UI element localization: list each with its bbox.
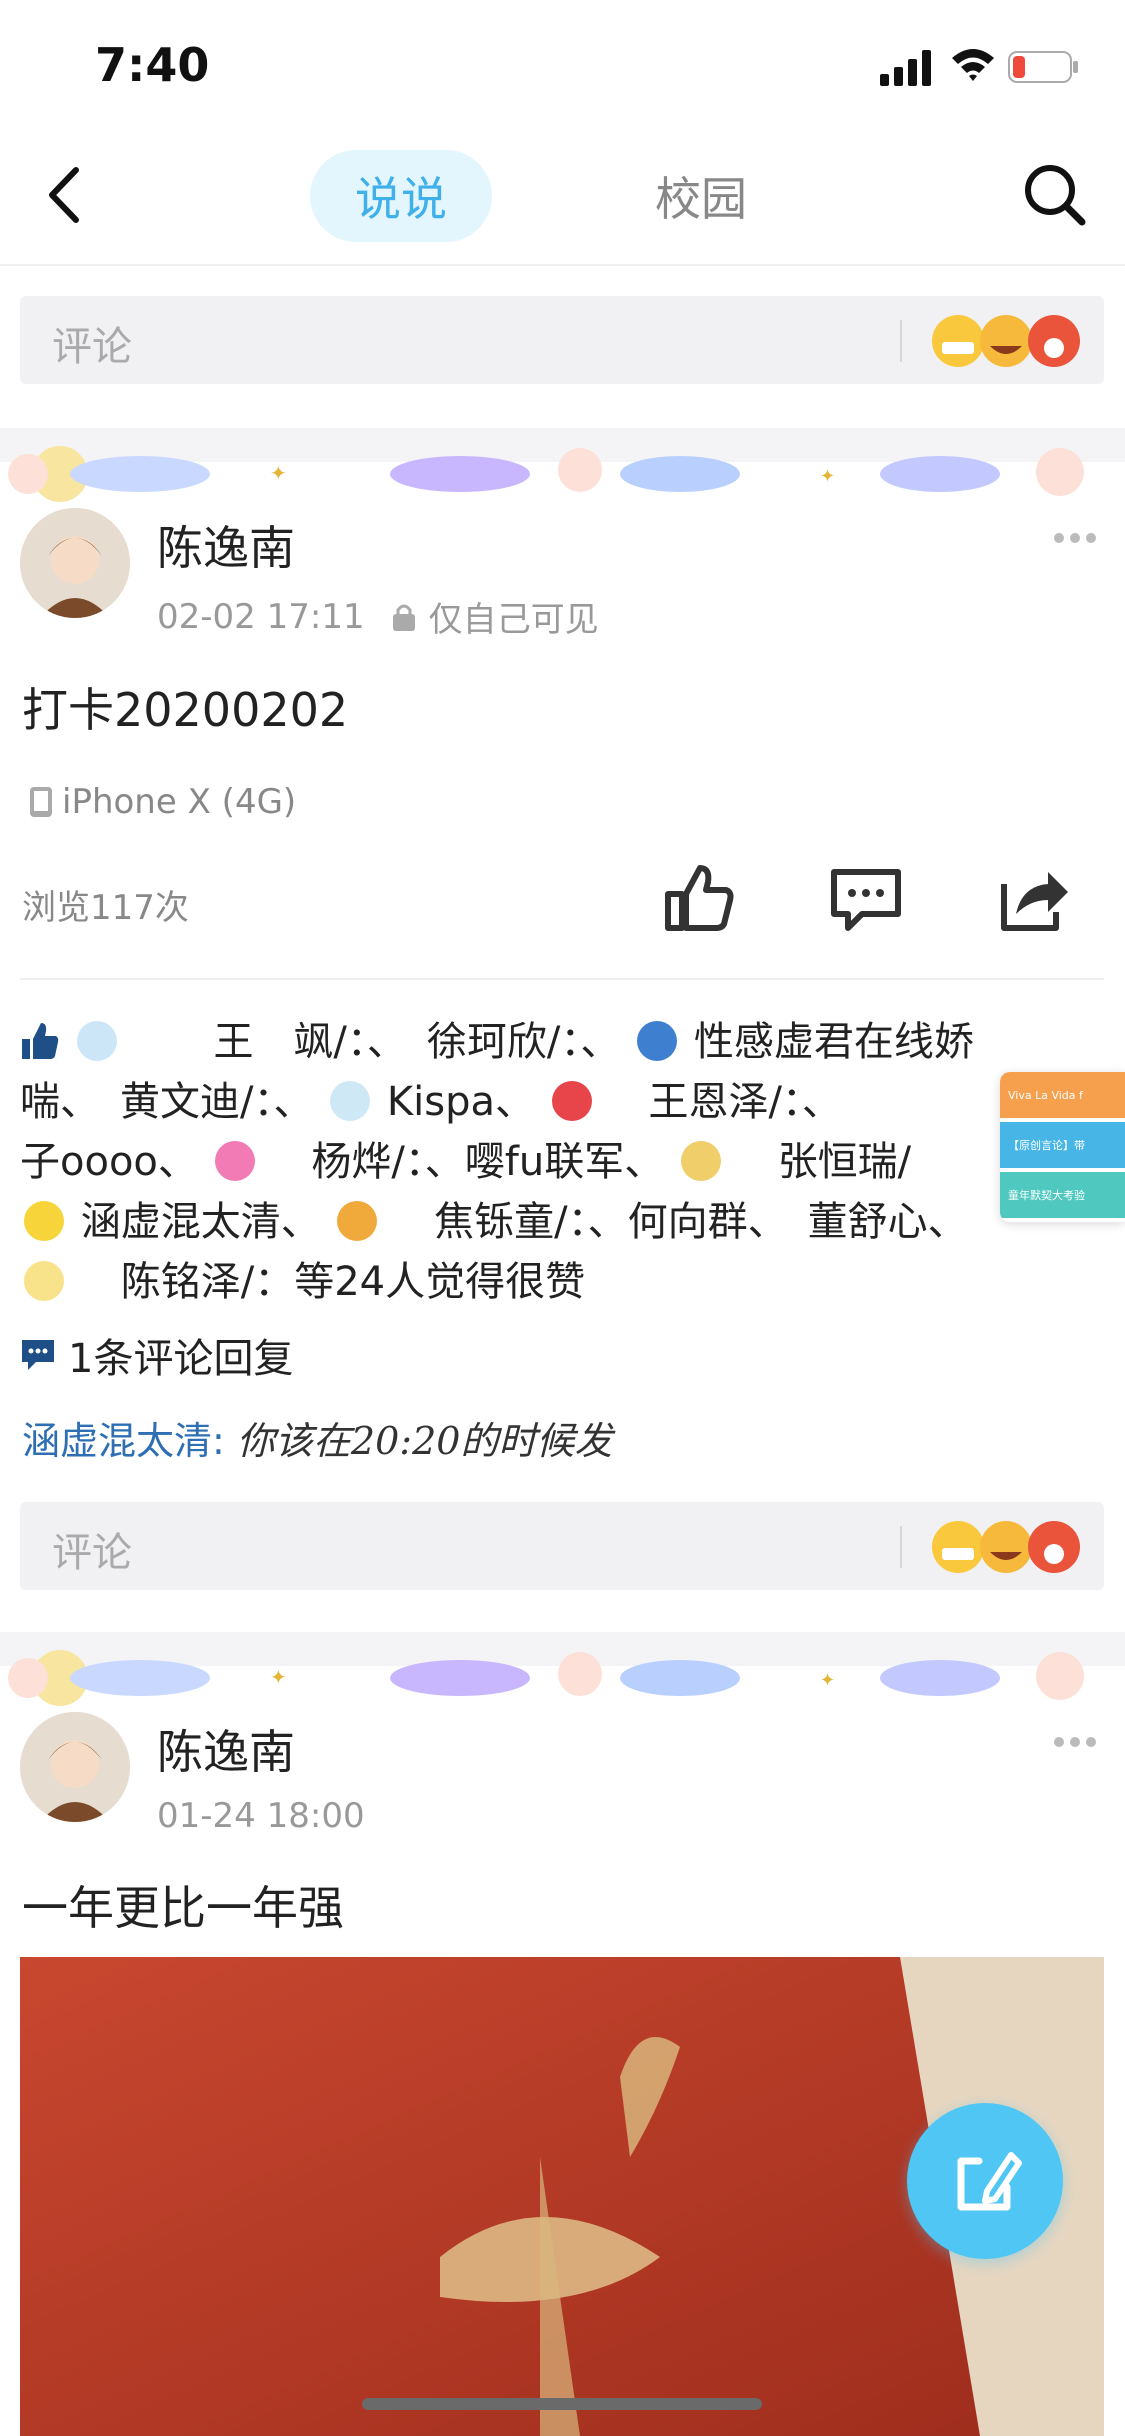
edit-icon — [957, 2152, 1022, 2211]
compose-button[interactable] — [907, 2103, 1063, 2259]
likes-summary: 陈铭泽/：等24人觉得很赞 — [120, 1259, 586, 1305]
reply-author[interactable]: 涵虚混太清 — [22, 1419, 212, 1463]
comment-bubble-icon — [22, 1340, 54, 1370]
floating-item-title: 【原创言论】带 — [1008, 1139, 1085, 1152]
view-count: 浏览117次 — [22, 888, 189, 928]
floating-item[interactable]: Viva La Vida f — [1000, 1072, 1125, 1118]
likes-line3a: 子oooo、 — [20, 1139, 198, 1185]
tab-shuoshuo[interactable]: 说说 — [310, 150, 492, 242]
floating-item-title: Viva La Vida f — [1008, 1088, 1083, 1102]
comment-count-label: 1条评论回复 — [68, 1336, 294, 1382]
phone-icon — [30, 787, 52, 817]
like-list: 王 飒/：、 徐珂欣/：、 性感虚君在线娇 喘、 黄文迪/：、 Kispa、 王… — [20, 1012, 1105, 1312]
post-meta: 02-02 17:11 仅自己可见 — [157, 592, 599, 641]
comment-placeholder: 评论 — [52, 324, 132, 370]
decoration-banner: ✦ ✦ — [8, 446, 1084, 502]
liker-name[interactable]: Kispa、 — [387, 1079, 535, 1125]
more-icon[interactable] — [1053, 532, 1097, 544]
comment-input[interactable]: 评论 — [20, 296, 1104, 384]
avatar-liker[interactable] — [214, 1141, 255, 1181]
liker-name[interactable]: 性感虚君在线娇 — [694, 1019, 974, 1065]
avatar-liker[interactable] — [24, 1261, 64, 1301]
likes-line3b: 杨烨/：、嘤fu联军、 — [311, 1139, 665, 1185]
avatar-liker[interactable] — [337, 1201, 378, 1241]
avatar[interactable] — [20, 508, 130, 618]
avatar-liker[interactable] — [24, 1201, 64, 1241]
wifi-icon — [952, 49, 994, 81]
comment-reply[interactable]: 涵虚混太清: 你该在20:20的时候发 — [22, 1410, 612, 1465]
author-name[interactable]: 陈逸南 — [157, 512, 295, 578]
post-meta: 01-24 18:00 — [157, 1796, 365, 1836]
emoji-icon[interactable] — [928, 1514, 1088, 1580]
comment-count[interactable]: 1条评论回复 — [20, 1326, 293, 1384]
device-label: iPhone X (4G) — [62, 782, 297, 822]
back-icon[interactable] — [40, 160, 90, 230]
post-datetime: 02-02 17:11 — [157, 596, 365, 637]
status-time: 7:40 — [95, 38, 210, 92]
post-visibility: 仅自己可见 — [428, 600, 599, 640]
reply-text: 你该在20:20的时候发 — [236, 1419, 613, 1463]
divider — [20, 978, 1104, 980]
home-indicator — [362, 2398, 762, 2410]
svg-text:✦: ✦ — [820, 1670, 835, 1691]
likes-line1: 王 飒/：、 徐珂欣/：、 — [213, 1019, 621, 1065]
post-datetime: 01-24 18:00 — [157, 1796, 365, 1836]
more-icon[interactable] — [1053, 1736, 1097, 1748]
likes-line3c: 张恒瑞/ — [777, 1139, 912, 1185]
comment-input[interactable]: 评论 — [20, 1502, 1104, 1590]
emoji-icon[interactable] — [928, 308, 1088, 374]
floating-item-title: 童年默契大考验 — [1008, 1189, 1085, 1202]
avatar-liker[interactable] — [551, 1081, 592, 1121]
likes-line2a: 喘、 黄文迪/：、 — [20, 1079, 314, 1125]
floating-panel[interactable]: Viva La Vida f 【原创言论】带 童年默契大考验 — [1000, 1072, 1125, 1222]
avatar-liker[interactable] — [680, 1141, 721, 1181]
share-icon[interactable] — [996, 860, 1072, 936]
nav-divider — [0, 264, 1125, 266]
post-text: 打卡20200202 — [22, 683, 349, 737]
svg-text:✦: ✦ — [270, 1665, 287, 1689]
like-icon[interactable] — [660, 860, 736, 936]
decoration-banner: ✦ ✦ — [8, 1650, 1084, 1706]
post-text: 一年更比一年强 — [22, 1881, 344, 1935]
likes-line4a: 涵虚混太清、 — [80, 1199, 321, 1245]
avatar-liker[interactable] — [330, 1081, 371, 1121]
post-device: iPhone X (4G) — [28, 782, 296, 822]
comment-bar-divider — [900, 320, 902, 362]
search-icon[interactable] — [1020, 160, 1090, 230]
tab-campus[interactable]: 校园 — [610, 150, 792, 242]
avatar-liker[interactable] — [637, 1021, 678, 1061]
comment-bar-divider — [900, 1526, 902, 1568]
lock-icon — [392, 604, 415, 631]
battery-icon — [1008, 51, 1078, 83]
comment-placeholder: 评论 — [52, 1530, 132, 1576]
author-name[interactable]: 陈逸南 — [157, 1716, 295, 1782]
avatar[interactable] — [20, 1712, 130, 1822]
likes-line2b: 王恩泽/：、 — [648, 1079, 842, 1125]
likes-line4b: 焦铄童/：、何向群、 董舒心、 — [434, 1199, 968, 1245]
like-thumb-icon — [22, 1023, 59, 1059]
svg-text:✦: ✦ — [820, 466, 835, 487]
floating-item[interactable]: 童年默契大考验 — [1000, 1172, 1125, 1218]
avatar-liker[interactable] — [76, 1021, 117, 1061]
comment-icon[interactable] — [828, 860, 904, 936]
signal-icon — [880, 50, 931, 86]
svg-text:✦: ✦ — [270, 461, 287, 485]
floating-item[interactable]: 【原创言论】带 — [1000, 1122, 1125, 1168]
